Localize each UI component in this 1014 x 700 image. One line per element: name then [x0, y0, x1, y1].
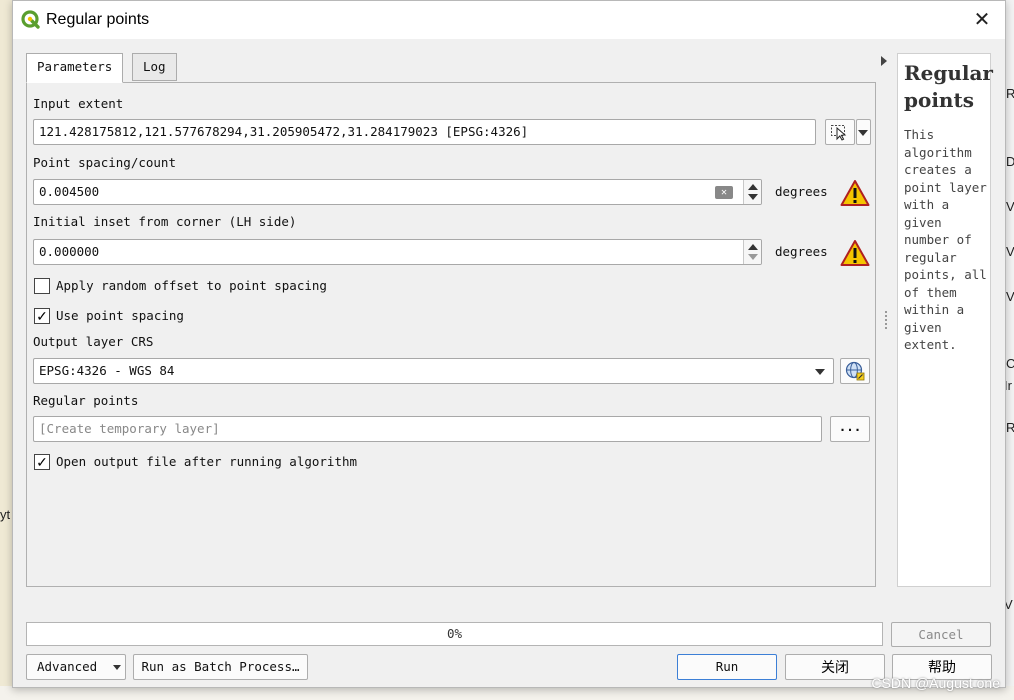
help-description: This algorithm creates a point layer wit… — [904, 127, 987, 352]
spin-down-icon[interactable] — [748, 254, 758, 260]
open-output-label[interactable]: Open output file after running algorithm — [56, 454, 357, 469]
point-spacing-unit: degrees — [775, 184, 828, 199]
map-extent-cursor-icon — [831, 125, 847, 141]
tab-log[interactable]: Log — [132, 53, 177, 81]
help-title: Regular points — [904, 61, 993, 112]
globe-crs-icon — [845, 361, 865, 381]
spin-down-icon[interactable] — [748, 194, 758, 200]
background-bottom-strip — [0, 686, 1014, 700]
chevron-down-icon — [815, 369, 825, 375]
initial-inset-value: 0.000000 — [39, 244, 100, 259]
qgis-logo-icon — [21, 10, 40, 29]
chevron-down-icon — [113, 665, 121, 670]
background-fragment-text: yt — [0, 507, 11, 522]
use-spacing-checkbox[interactable]: ✓ — [34, 308, 50, 324]
crs-picker-button[interactable] — [840, 358, 870, 384]
panel-splitter-handle[interactable] — [885, 311, 887, 329]
output-browse-button[interactable]: ... — [830, 416, 870, 442]
clear-field-icon[interactable]: ✕ — [715, 186, 733, 199]
output-crs-label: Output layer CRS — [33, 334, 154, 349]
background-letter: V — [1006, 199, 1014, 214]
point-spacing-spinner[interactable] — [743, 180, 761, 204]
close-icon[interactable]: ✕ — [969, 7, 995, 33]
point-spacing-label: Point spacing/count — [33, 155, 176, 170]
extent-select-button[interactable] — [825, 119, 855, 145]
initial-inset-field[interactable]: 0.000000 — [33, 239, 762, 265]
extent-options-dropdown[interactable] — [856, 119, 871, 145]
advanced-button[interactable]: Advanced — [26, 654, 126, 680]
tab-parameters[interactable]: Parameters — [26, 53, 124, 83]
background-letter: R — [1006, 86, 1014, 101]
background-letter: C — [1006, 356, 1014, 371]
collapse-help-arrow-icon[interactable] — [881, 56, 887, 66]
initial-inset-label: Initial inset from corner (LH side) — [33, 214, 297, 229]
advanced-label: Advanced — [37, 659, 98, 674]
csdn-watermark: CSDN @August one — [871, 675, 1000, 691]
input-extent-field[interactable]: 121.428175812,121.577678294,31.205905472… — [33, 119, 816, 145]
regular-points-label: Regular points — [33, 393, 139, 408]
warning-triangle-icon — [840, 240, 870, 266]
initial-inset-spinner[interactable] — [743, 240, 761, 264]
help-panel: Regular points This algorithm creates a … — [897, 53, 993, 587]
random-offset-checkbox[interactable] — [34, 278, 50, 294]
window-title: Regular points — [46, 11, 150, 28]
input-extent-label: Input extent — [33, 96, 124, 111]
output-layer-placeholder: [Create temporary layer] — [39, 421, 220, 436]
point-spacing-field[interactable]: 0.004500 ✕ — [33, 179, 762, 205]
close-button[interactable]: 关闭 — [785, 654, 885, 680]
progress-bar: 0% — [26, 622, 883, 646]
run-button[interactable]: Run — [677, 654, 777, 680]
run-batch-button[interactable]: Run as Batch Process… — [133, 654, 308, 680]
background-letter: R — [1006, 420, 1014, 435]
warning-triangle-icon — [840, 180, 870, 206]
use-spacing-label[interactable]: Use point spacing — [56, 308, 184, 323]
background-letter: D — [1006, 154, 1014, 169]
background-letter: V — [1006, 244, 1014, 259]
cancel-button[interactable]: Cancel — [891, 622, 991, 647]
point-spacing-value: 0.004500 — [39, 184, 100, 199]
spin-up-icon[interactable] — [748, 244, 758, 250]
progress-label: 0% — [446, 626, 463, 641]
output-layer-field[interactable]: [Create temporary layer] — [33, 416, 822, 442]
regular-points-dialog: Regular points ✕ Parameters Log Input ex… — [12, 0, 1006, 688]
random-offset-label[interactable]: Apply random offset to point spacing — [56, 278, 327, 293]
parameters-panel: Input extent 121.428175812,121.577678294… — [26, 82, 876, 587]
title-bar: Regular points ✕ — [13, 1, 1005, 39]
output-crs-value: EPSG:4326 - WGS 84 — [39, 363, 175, 378]
chevron-down-icon — [858, 130, 868, 136]
output-crs-select[interactable]: EPSG:4326 - WGS 84 — [33, 358, 834, 384]
initial-inset-unit: degrees — [775, 244, 828, 259]
spin-up-icon[interactable] — [748, 184, 758, 190]
open-output-checkbox[interactable]: ✓ — [34, 454, 50, 470]
background-letter: V — [1006, 289, 1014, 304]
